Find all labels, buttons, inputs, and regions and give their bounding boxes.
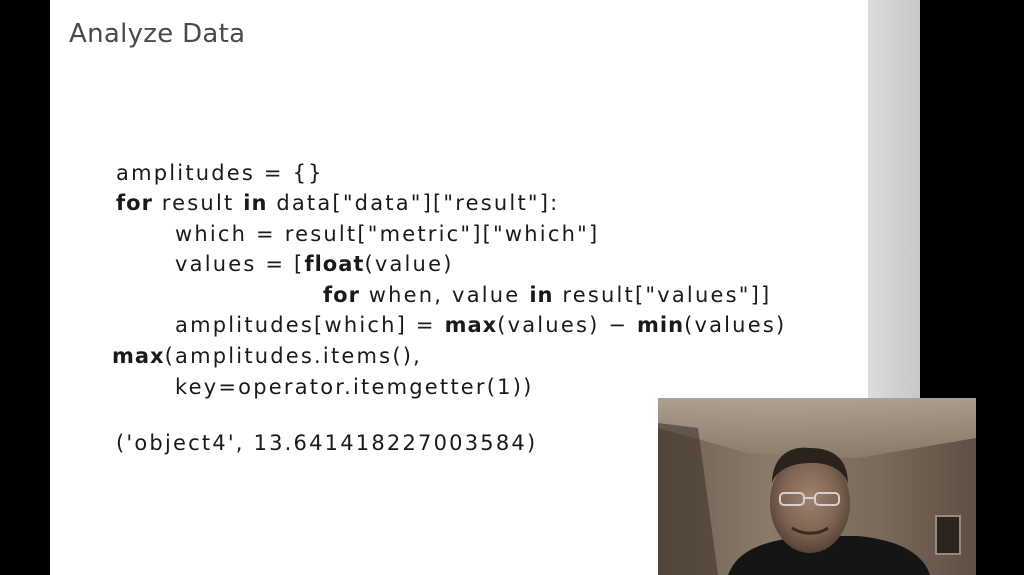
presenter-image (658, 398, 976, 575)
code-text: (value) (364, 252, 454, 276)
code-text: when, value (359, 283, 530, 307)
keyword: for (116, 191, 153, 215)
code-line-4: values = [float(value) (175, 252, 454, 276)
code-text: values = [ (175, 252, 305, 276)
keyword: in (243, 191, 268, 215)
keyword: max (112, 344, 165, 368)
code-text: amplitudes[which] = (175, 313, 445, 337)
code-line-2: for result in data["data"]["result"]: (116, 191, 559, 215)
code-text: (values) − (497, 313, 638, 337)
code-text: result (152, 191, 244, 215)
code-text: which = result["metric"]["which"] (175, 222, 600, 246)
keyword: max (444, 313, 498, 337)
slide-title: Analyze Data (69, 19, 246, 49)
keyword: for (323, 283, 360, 307)
presenter-webcam (658, 398, 976, 575)
code-line-6: amplitudes[which] = max(values) − min(va… (175, 313, 786, 337)
code-text: (amplitudes.items(), (164, 344, 422, 368)
code-output: ('object4', 13.641418227003584) (116, 431, 537, 455)
keyword: min (637, 313, 685, 337)
keyword: float (304, 252, 365, 276)
keyword: in (529, 283, 554, 307)
code-text: amplitudes = {} (116, 161, 324, 185)
code-line-7: max(amplitudes.items(), (112, 344, 422, 368)
code-text: data["data"]["result"]: (267, 191, 560, 215)
code-line-1: amplitudes = {} (116, 161, 324, 185)
code-text: key=operator.itemgetter(1)) (175, 375, 534, 399)
video-frame: Analyze Data amplitudes = {} for result … (0, 0, 1024, 575)
code-line-5: for when, value in result["values"]] (323, 283, 771, 307)
code-text: result["values"]] (553, 283, 772, 307)
output-text: ('object4', 13.641418227003584) (116, 431, 538, 455)
code-text: (values) (684, 313, 787, 337)
code-line-8: key=operator.itemgetter(1)) (175, 375, 533, 399)
code-line-3: which = result["metric"]["which"] (175, 222, 599, 246)
